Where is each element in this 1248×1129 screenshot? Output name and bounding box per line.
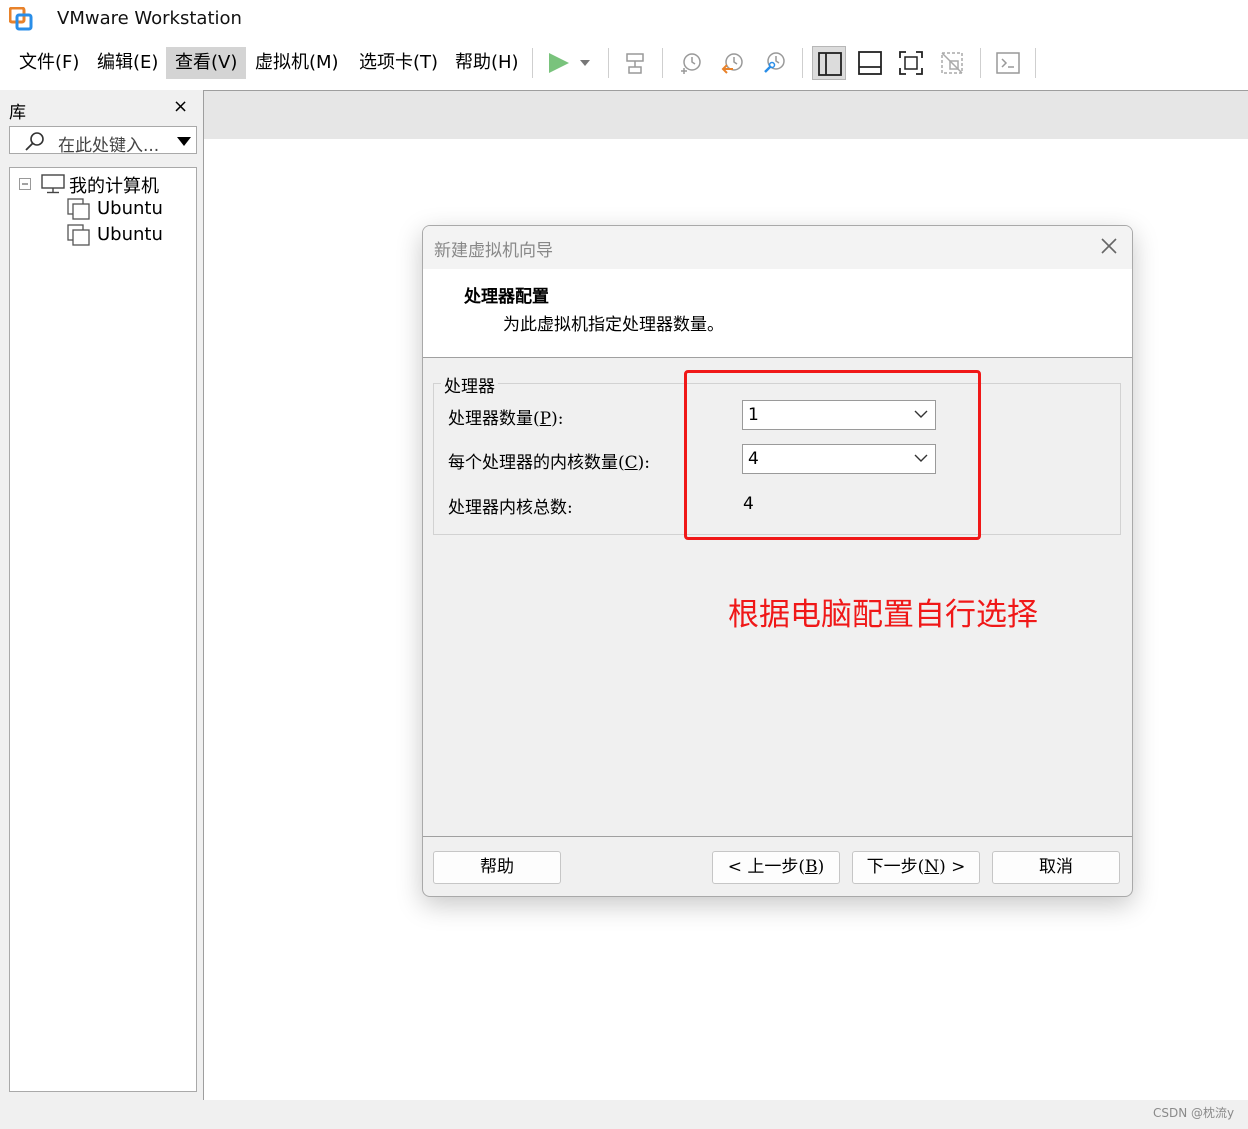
tab-strip xyxy=(204,91,1248,139)
library-close-button[interactable]: × xyxy=(173,96,188,117)
unity-button[interactable] xyxy=(935,46,969,80)
toolbar-separator xyxy=(1035,48,1036,78)
dialog-title: 新建虚拟机向导 xyxy=(434,241,553,261)
tree-node-label: Ubuntu xyxy=(97,224,163,245)
library-search-input[interactable]: 在此处键入... xyxy=(9,126,197,156)
sidebar-layout-icon xyxy=(818,52,842,76)
cores-per-processor-label: 每个处理器的内核数量(C): xyxy=(448,453,651,473)
unity-disabled-icon xyxy=(941,52,963,74)
processor-count-label: 处理器数量(P): xyxy=(448,409,564,429)
revert-snapshot-button[interactable] xyxy=(716,46,750,80)
search-dropdown-icon[interactable] xyxy=(177,137,191,146)
back-button[interactable]: < 上一步(B) xyxy=(712,851,840,884)
power-on-button[interactable] xyxy=(542,46,596,80)
toolbar-separator xyxy=(802,48,803,78)
search-icon xyxy=(25,132,44,151)
play-icon xyxy=(549,53,590,73)
network-icon xyxy=(626,53,644,74)
revert-clock-icon xyxy=(721,53,743,74)
bottom-panel-icon xyxy=(858,51,882,75)
cancel-button[interactable]: 取消 xyxy=(992,851,1120,884)
menu-tabs[interactable]: 选项卡(T) xyxy=(350,47,447,79)
total-cores-label: 处理器内核总数: xyxy=(448,498,573,518)
search-placeholder: 在此处键入... xyxy=(58,136,160,156)
group-label: 处理器 xyxy=(441,372,498,397)
snapshot-clock-icon xyxy=(681,53,701,74)
page-title: 处理器配置 xyxy=(464,287,549,307)
dialog-header: 处理器配置 为此虚拟机指定处理器数量。 xyxy=(423,269,1132,358)
next-button[interactable]: 下一步(N) > xyxy=(852,851,980,884)
app-title: VMware Workstation xyxy=(57,8,242,29)
vm-icon xyxy=(67,198,90,220)
footer-divider xyxy=(423,836,1132,837)
vmware-logo-icon xyxy=(9,7,33,31)
watermark: CSDN @枕流y xyxy=(1153,1106,1235,1120)
library-title: 库 xyxy=(9,103,26,123)
thumbnail-bar-button[interactable] xyxy=(853,46,887,80)
computer-icon xyxy=(41,174,65,194)
full-screen-button[interactable] xyxy=(894,46,928,80)
annotation-highlight-box xyxy=(684,370,981,540)
toolbar-separator xyxy=(662,48,663,78)
toolbar-separator xyxy=(980,48,981,78)
tree-node-label: 我的计算机 xyxy=(69,176,159,197)
fullscreen-icon xyxy=(899,51,923,75)
collapse-icon[interactable] xyxy=(19,178,31,190)
tree-node-label: Ubuntu xyxy=(97,198,163,219)
help-button[interactable]: 帮助 xyxy=(433,851,561,884)
menu-file[interactable]: 文件(F) xyxy=(10,47,88,79)
annotation-text: 根据电脑配置自行选择 xyxy=(728,597,1038,633)
vm-icon xyxy=(67,224,90,246)
menu-view[interactable]: 查看(V) xyxy=(166,47,247,79)
menu-vm[interactable]: 虚拟机(M) xyxy=(246,47,348,79)
dialog-titlebar: 新建虚拟机向导 xyxy=(423,226,1132,269)
snapshot-button[interactable] xyxy=(674,46,708,80)
library-tree: 我的计算机 Ubuntu Ubuntu xyxy=(9,167,197,1092)
show-library-button[interactable] xyxy=(812,46,846,80)
page-subtitle: 为此虚拟机指定处理器数量。 xyxy=(503,315,724,335)
toolbar-separator xyxy=(608,48,609,78)
new-vm-wizard-dialog: 新建虚拟机向导 处理器配置 为此虚拟机指定处理器数量。 处理器 处理器数量(P)… xyxy=(422,225,1133,897)
title-bar: VMware Workstation xyxy=(0,0,1248,38)
menu-help[interactable]: 帮助(H) xyxy=(446,47,528,79)
library-panel: 库 × 在此处键入... 我的计算机 Ubuntu Ubuntu xyxy=(0,90,203,1100)
menu-toolbar: 文件(F) 编辑(E) 查看(V) 虚拟机(M) 选项卡(T) 帮助(H) xyxy=(0,38,1248,91)
console-view-button[interactable] xyxy=(991,46,1025,80)
close-icon[interactable] xyxy=(1097,234,1121,258)
send-keys-button[interactable] xyxy=(618,46,652,80)
snapshot-manager-button[interactable] xyxy=(758,46,792,80)
toolbar-separator xyxy=(532,48,533,78)
snapshot-manager-icon xyxy=(764,52,785,73)
menu-edit[interactable]: 编辑(E) xyxy=(88,47,167,79)
console-icon xyxy=(996,52,1020,74)
